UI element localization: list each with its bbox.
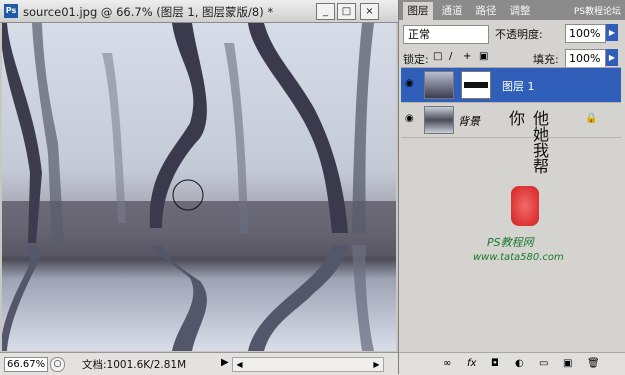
minimize-button[interactable]: _ [316,3,335,20]
zoom-input[interactable]: 66.67% [4,357,48,372]
lock-label: 锁定: [403,53,429,66]
new-layer-icon[interactable]: ▣ [563,358,572,369]
document-titlebar[interactable]: Ps source01.jpg @ 66.7% (图层 1, 图层蒙版/8) *… [0,0,398,23]
panel-tabs: 图层 通道 路径 调整 PS教程论坛 [399,0,625,20]
image-canvas[interactable] [2,23,396,351]
layer-name: 背景 [458,115,480,128]
adjustment-icon[interactable]: ◐ [515,358,524,369]
tab-layers[interactable]: 图层 [403,2,433,20]
lock-icon: 🔒 [585,113,598,124]
document-info: 文档:1001.6K/2.81M [82,359,187,371]
opacity-label: 不透明度: [495,28,543,41]
eye-icon[interactable]: ◉ [405,78,417,90]
layers-list: ◉ 图层 1 ◉ 背景 🔒 他她我帮你 PS教程网 www.tata580.co… [401,67,621,351]
blend-mode-select[interactable]: 正常 [403,25,489,44]
eye-icon[interactable]: ◉ [405,113,417,125]
opacity-input[interactable]: 100% [565,24,606,43]
tab-paths[interactable]: 路径 [471,2,501,20]
folder-icon[interactable]: ▭ [539,358,548,369]
panel-watermark-site: PS教程论坛 [573,7,621,17]
lock-transparent-icon[interactable]: □ [433,51,442,62]
fill-input[interactable]: 100% [565,49,606,68]
lock-move-icon[interactable]: + [463,51,471,62]
fill-label: 填充: [533,53,559,66]
mask-icon [464,82,488,88]
status-menu-arrow[interactable]: ▶ [221,357,229,368]
mask-icon[interactable]: ◘ [491,358,499,369]
seal-icon [511,186,539,226]
restore-button[interactable]: □ [337,3,356,20]
trash-icon[interactable]: 🗑 [587,358,600,369]
misty-trees-image[interactable] [2,23,396,351]
mask-thumbnail [461,71,491,99]
document-window: Ps source01.jpg @ 66.7% (图层 1, 图层蒙版/8) *… [0,0,399,375]
layer-name: 图层 1 [502,80,535,93]
layer-thumbnail [424,71,454,99]
fx-icon[interactable]: fx [467,358,476,369]
document-title: source01.jpg @ 66.7% (图层 1, 图层蒙版/8) * [23,5,274,19]
layer-row-selected[interactable]: ◉ 图层 1 [401,68,621,103]
layer-thumbnail [424,106,454,134]
lock-icon[interactable]: ▣ [479,51,488,62]
opacity-dropdown-icon[interactable]: ▶ [606,24,618,41]
tab-channels[interactable]: 通道 [437,2,467,20]
lock-brush-icon[interactable]: / [449,51,452,62]
watermark-url: www.tata580.com [473,252,564,263]
tab-adjustments[interactable]: 调整 [505,2,535,20]
watermark-calligraphy: 他她我帮你 [506,110,549,174]
layers-panel: 图层 通道 路径 调整 PS教程论坛 正常 不透明度: 100% ▶ 锁定: □… [399,0,625,375]
scroll-right-icon[interactable]: ▶ [370,358,383,371]
zoom-icon[interactable]: ○ [50,357,65,372]
watermark-site-cn: PS教程网 [487,236,534,249]
close-button[interactable]: × [360,3,379,20]
ps-logo-icon: Ps [4,4,18,18]
chain-icon[interactable]: ∞ [443,358,451,369]
layers-bottom-bar: ∞ fx ◘ ◐ ▭ ▣ 🗑 [399,352,625,375]
scroll-left-icon[interactable]: ◀ [233,358,246,371]
fill-dropdown-icon[interactable]: ▶ [606,49,618,66]
status-bar: 66.67% ○ 文档:1001.6K/2.81M ▶ ◀ ▶ [0,352,398,375]
horizontal-scrollbar[interactable]: ◀ ▶ [232,357,384,372]
